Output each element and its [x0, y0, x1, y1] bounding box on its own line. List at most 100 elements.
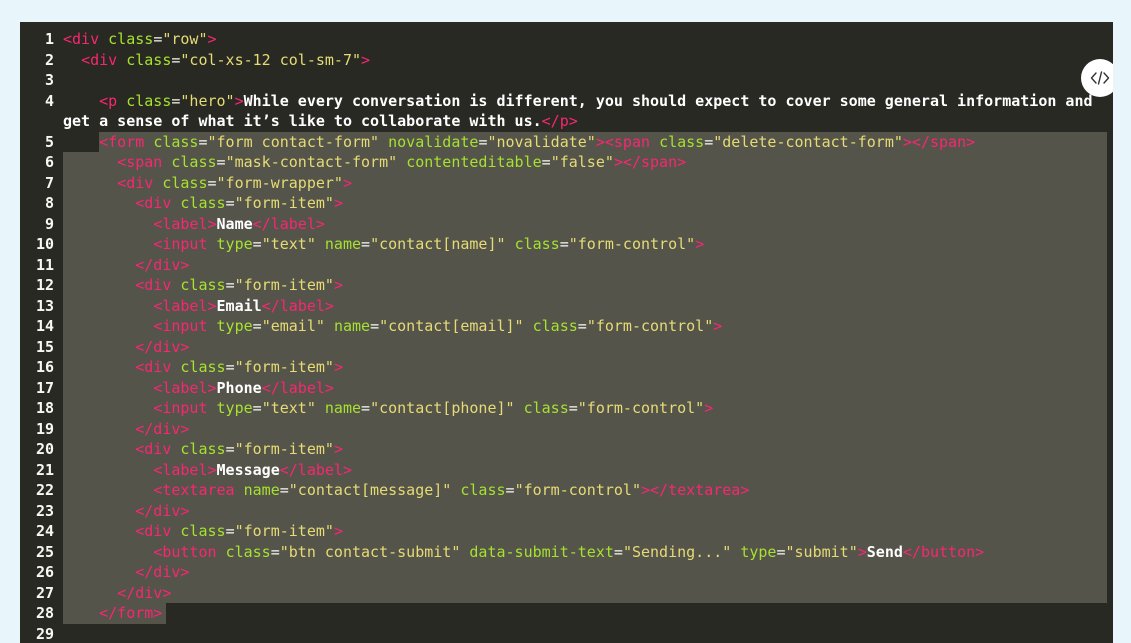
token-str: "form-item": [234, 276, 334, 294]
token-plain: =: [361, 399, 371, 417]
token-attr: type: [216, 235, 253, 253]
line-content: <textarea name="contact[message]" class=…: [63, 480, 1113, 501]
code-line: 6 <span class="mask-contact-form" conten…: [20, 152, 1113, 173]
token-str: "btn contact-submit": [279, 542, 470, 561]
line-content: </div>: [63, 562, 1113, 583]
token-plain: =: [279, 481, 289, 499]
token-attr: class: [108, 30, 154, 48]
line-number: 6: [44, 153, 54, 171]
token-str: "submit": [785, 542, 858, 561]
token-attr: type: [216, 317, 253, 335]
token-tag: <div: [135, 276, 181, 294]
code-line: 12 <div class="form-item">: [20, 275, 1113, 296]
token-attr: class: [180, 440, 226, 458]
token-tag: <label>: [153, 378, 217, 397]
token-plain: =: [225, 440, 235, 458]
code-line: 8 <div class="form-item">: [20, 193, 1113, 214]
line-number: 5: [44, 132, 54, 151]
line-number: 14: [35, 317, 54, 335]
code-lines[interactable]: 1 <div class="row"> 2 <div class="col-xs-1…: [20, 29, 1113, 643]
token-plain: =: [252, 235, 262, 253]
code-line: 18 <input type="text" name="contact[phon…: [20, 398, 1113, 419]
code-line: 15 </div>: [20, 336, 1113, 357]
token-str: "form-control": [514, 481, 641, 499]
view-source-button[interactable]: [1081, 59, 1113, 97]
line-content: <div class="form-item">: [63, 275, 1113, 296]
token-attr: class: [532, 317, 578, 335]
token-tag: >: [234, 91, 244, 110]
code-editor[interactable]: 1 <div class="row"> 2 <div class="col-xs-1…: [20, 22, 1113, 643]
token-text: Phone: [216, 378, 262, 397]
line-content: <div class="col-xs-12 col-sm-7">: [63, 50, 1113, 71]
token-attr: name: [243, 481, 280, 499]
token-attr: class: [180, 276, 226, 294]
line-content: <input type="text" name="contact[phone]"…: [63, 398, 1113, 419]
token-plain: =: [153, 30, 163, 48]
token-tag: >: [333, 194, 343, 212]
token-str: "contact[message]": [288, 481, 461, 499]
code-line: 9 <label>Name</label>: [20, 213, 1113, 234]
code-line: 4 <p class="hero">While every conversati…: [20, 91, 1113, 132]
token-tag: </button>: [902, 542, 985, 561]
token-tag: >: [333, 358, 343, 376]
token-str: "form-item": [234, 194, 334, 212]
token-tag: >: [704, 399, 714, 417]
token-tag: >: [342, 173, 352, 192]
token-plain: =: [505, 481, 515, 499]
token-tag: <label>: [153, 214, 217, 233]
line-content: <div class="form-item">: [63, 521, 1113, 542]
code-line: 13 <label>Email</label>: [20, 295, 1113, 316]
token-tag: ></span>: [613, 153, 687, 171]
line-number: 16: [35, 358, 54, 376]
token-str: "Sending...": [622, 542, 741, 561]
line-number: 20: [35, 440, 54, 458]
code-line: 25 <button class="btn contact-submit" da…: [20, 541, 1113, 562]
token-str: "delete-contact-form": [713, 132, 903, 151]
token-tag: <div: [81, 50, 127, 69]
token-plain: =: [613, 542, 623, 561]
line-content: <label>Phone</label>: [63, 378, 1113, 399]
code-line: 27 </div>: [20, 582, 1113, 603]
line-content: <div class="form-item">: [63, 193, 1113, 214]
line-number: 2: [44, 50, 54, 69]
token-tag: >: [361, 50, 371, 69]
line-content: <div class="form-item">: [63, 439, 1113, 460]
token-tag: >: [695, 235, 705, 253]
line-number: 11: [35, 255, 54, 274]
line-number: 24: [35, 522, 54, 540]
code-line: 19 </div>: [20, 418, 1113, 439]
token-tag: </label>: [279, 460, 352, 479]
token-attr: class: [180, 522, 226, 540]
token-tag: >: [207, 30, 217, 48]
line-number: 12: [35, 276, 54, 294]
code-line: 21 <label>Message</label>: [20, 459, 1113, 481]
token-tag: </label>: [261, 296, 334, 315]
token-tag: ></textarea>: [641, 481, 750, 499]
line-number: 28: [35, 604, 54, 622]
token-attr: class: [180, 194, 226, 212]
token-attr: type: [740, 542, 777, 561]
line-content: <label>Message</label>: [63, 460, 1113, 481]
token-tag: <input: [153, 317, 217, 335]
line-number: 13: [35, 296, 54, 315]
token-tag: <span: [604, 132, 660, 151]
token-plain: =: [270, 542, 280, 561]
token-tag: <p: [99, 91, 127, 110]
code-line: 22 <textarea name="contact[message]" cla…: [20, 480, 1113, 501]
line-number: 8: [44, 194, 54, 212]
token-plain: =: [225, 276, 235, 294]
token-str: "col-xs-12 col-sm-7": [180, 50, 362, 69]
token-str: "email": [261, 317, 334, 335]
line-number: 29: [35, 624, 54, 643]
code-line: 16 <div class="form-item">: [20, 357, 1113, 378]
